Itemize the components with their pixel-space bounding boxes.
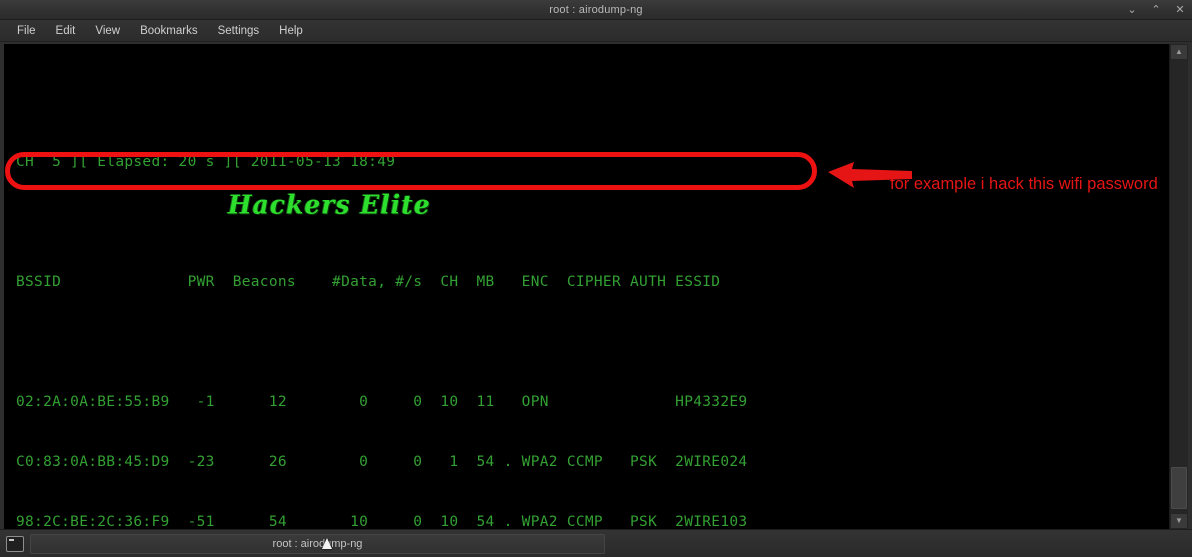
ap-row-highlighted: C0:83:0A:BB:45:D9 -23 26 0 0 1 54 . WPA2… (16, 454, 748, 470)
minimize-icon[interactable]: ⌄ (1126, 4, 1138, 16)
mouse-cursor (322, 538, 332, 549)
ap-table-header: BSSID PWR Beacons #Data, #/s CH MB ENC C… (16, 274, 721, 290)
menu-item-file[interactable]: File (8, 22, 45, 40)
scrollbar-track[interactable] (1170, 60, 1188, 513)
vertical-scrollbar[interactable]: ▲ ▼ (1169, 44, 1188, 529)
menu-item-settings[interactable]: Settings (209, 22, 269, 40)
menu-item-help[interactable]: Help (270, 22, 312, 40)
title-bar[interactable]: root : airodump-ng ⌄ ⌃ ✕ (0, 0, 1192, 20)
ap-row: 02:2A:0A:BE:55:B9 -1 12 0 0 10 11 OPN HP… (16, 394, 748, 410)
status-line: CH 5 ][ Elapsed: 20 s ][ 2011-05-13 18:4… (16, 154, 396, 170)
window-title: root : airodump-ng (549, 3, 643, 16)
close-icon[interactable]: ✕ (1174, 4, 1186, 16)
maximize-icon[interactable]: ⌃ (1150, 4, 1162, 16)
terminal-window: root : airodump-ng ⌄ ⌃ ✕ File Edit View … (0, 0, 1192, 557)
menu-item-bookmarks[interactable]: Bookmarks (131, 22, 207, 40)
terminal-icon[interactable] (6, 535, 24, 552)
scrollbar-thumb[interactable] (1171, 467, 1187, 509)
taskbar-task-button[interactable]: root : airodump-ng (30, 533, 605, 554)
terminal-output[interactable]: CH 5 ][ Elapsed: 20 s ][ 2011-05-13 18:4… (4, 44, 1169, 529)
scroll-up-icon[interactable]: ▲ (1170, 44, 1188, 60)
taskbar: root : airodump-ng (0, 529, 1192, 557)
menu-bar: File Edit View Bookmarks Settings Help (0, 20, 1192, 42)
window-controls: ⌄ ⌃ ✕ (1126, 0, 1186, 20)
menu-item-view[interactable]: View (86, 22, 129, 40)
ap-row: 98:2C:BE:2C:36:F9 -51 54 10 0 10 54 . WP… (16, 514, 748, 529)
scroll-down-icon[interactable]: ▼ (1170, 513, 1188, 529)
terminal-area: CH 5 ][ Elapsed: 20 s ][ 2011-05-13 18:4… (0, 42, 1192, 529)
taskbar-task-label: root : airodump-ng (272, 537, 363, 550)
callout-text: for example i hack this wifi password (890, 175, 1158, 193)
menu-item-edit[interactable]: Edit (47, 22, 85, 40)
